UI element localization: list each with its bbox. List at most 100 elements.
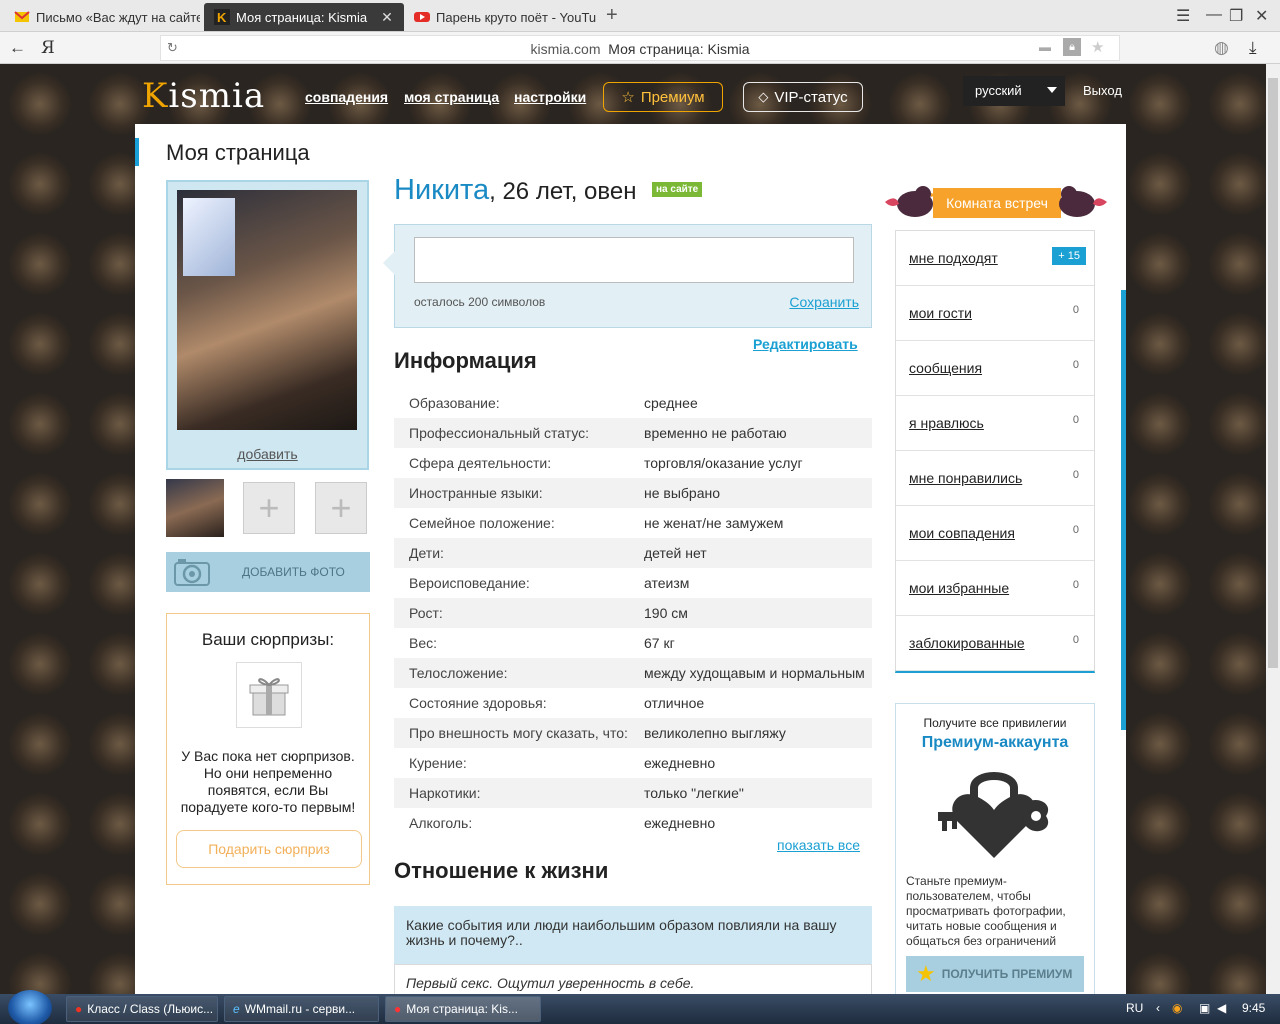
info-key: Алкоголь: xyxy=(409,815,473,831)
new-tab-icon[interactable]: + xyxy=(606,4,618,27)
side-menu-item[interactable]: мне понравились 0 xyxy=(896,451,1094,506)
promo-description: Станьте премиум-пользователем, чтобы про… xyxy=(906,874,1066,948)
info-key: Состояние здоровья: xyxy=(409,695,547,711)
camera-icon xyxy=(172,552,212,592)
minimize-icon[interactable]: — xyxy=(1206,6,1222,24)
info-key: Рост: xyxy=(409,605,443,621)
gift-surprise-button[interactable]: Подарить сюрприз xyxy=(176,830,362,868)
chars-remaining: осталось 200 символов xyxy=(414,295,546,309)
info-value: среднее xyxy=(644,394,698,411)
vip-button[interactable]: ◇ VIP-статус xyxy=(743,82,863,112)
tray-app-icon[interactable]: ◉ xyxy=(1172,1001,1182,1015)
life-title: Отношение к жизни xyxy=(394,858,609,883)
chevron-down-icon xyxy=(1047,87,1057,93)
tab-mail[interactable]: Письмо «Вас ждут на сайте xyxy=(4,3,200,31)
yandex-browser-icon: ● xyxy=(394,1002,402,1016)
url-title: Моя страница: Kismia xyxy=(608,41,750,57)
taskbar-item-opera[interactable]: ● Класс / Class (Льюис... xyxy=(66,996,218,1022)
logout-link[interactable]: Выход xyxy=(1083,83,1122,98)
nav-matches[interactable]: совпадения xyxy=(305,89,388,105)
promo-title: Премиум-аккаунта xyxy=(921,734,1069,751)
bird-icon xyxy=(885,184,937,223)
star-icon: ★ xyxy=(916,961,936,986)
language-select[interactable]: русский xyxy=(963,76,1065,106)
info-row: Алкоголь: ежедневно xyxy=(394,808,872,838)
promo-subtitle: Получите все привилегии xyxy=(923,716,1067,730)
add-photo-button[interactable]: ДОБАВИТЬ ФОТО xyxy=(166,552,370,592)
info-key: Профессиональный статус: xyxy=(409,425,590,441)
window-close-icon[interactable]: ✕ xyxy=(1255,6,1268,26)
photo-thumbnail[interactable] xyxy=(166,479,224,537)
menu-icon[interactable]: ☰ xyxy=(1176,6,1190,26)
premium-button[interactable]: ☆ Премиум xyxy=(603,82,723,112)
side-menu-label: мои гости xyxy=(909,305,972,321)
info-key: Про внешность могу сказать, что: xyxy=(409,725,628,741)
input-language[interactable]: RU xyxy=(1126,1001,1143,1015)
edit-info-link[interactable]: Редактировать xyxy=(753,336,858,352)
info-value: 67 кг xyxy=(644,634,675,651)
side-menu-count: 0 xyxy=(1072,579,1079,591)
kismia-logo[interactable]: Kismia xyxy=(142,76,265,116)
nav-my-page[interactable]: моя страница xyxy=(404,89,499,105)
url-field[interactable]: ↻ kismia.com Моя страница: Kismia ▬ 🔒︎ ★ xyxy=(160,35,1120,61)
bird-icon xyxy=(1055,184,1107,223)
add-thumbnail-slot[interactable]: + xyxy=(315,482,367,534)
side-menu-label: заблокированные xyxy=(909,635,1025,651)
add-photo-link[interactable]: добавить xyxy=(168,446,367,462)
profile-photo[interactable] xyxy=(177,190,357,430)
save-status-link[interactable]: Сохранить xyxy=(789,294,859,310)
page-background: Kismia совпадения моя страница настройки… xyxy=(0,64,1266,994)
side-menu-item[interactable]: мои гости 0 xyxy=(896,286,1094,341)
tray-expand-icon[interactable]: ‹ xyxy=(1156,1001,1160,1015)
plus-icon: + xyxy=(330,487,352,528)
nav-settings[interactable]: настройки xyxy=(514,89,586,105)
tab-kismia[interactable]: K Моя страница: Kismia ✕ xyxy=(204,3,404,31)
youtube-icon xyxy=(414,9,430,25)
meeting-room-banner[interactable]: Комната встреч xyxy=(885,184,1107,224)
side-menu-item[interactable]: заблокированные 0 xyxy=(896,616,1094,671)
scrollbar-thumb[interactable] xyxy=(1268,78,1278,668)
side-menu-item[interactable]: сообщения 0 xyxy=(896,341,1094,396)
side-menu-item[interactable]: я нравлюсь 0 xyxy=(896,396,1094,451)
info-value: 190 см xyxy=(644,604,688,621)
info-value: не выбрано xyxy=(644,484,721,501)
side-menu-count: 0 xyxy=(1072,634,1079,646)
download-icon[interactable]: ⤓ xyxy=(1249,38,1257,58)
start-button[interactable] xyxy=(8,990,52,1024)
taskbar-item-ie[interactable]: e WMmail.ru - серви... xyxy=(224,996,379,1022)
globe-icon[interactable]: ◍ xyxy=(1214,38,1229,58)
star-icon[interactable]: ★ xyxy=(1091,38,1104,56)
side-menu-label: мне подходят xyxy=(909,250,998,266)
clock[interactable]: 9:45 xyxy=(1242,1001,1265,1015)
tab-youtube[interactable]: Парень круто поёт - YouTu xyxy=(404,3,600,31)
side-menu-item[interactable]: мои совпадения 0 xyxy=(896,506,1094,561)
browser-tabbar: Письмо «Вас ждут на сайте K Моя страница… xyxy=(0,0,1280,32)
info-value: между худощавым и нормальным xyxy=(644,664,865,681)
yandex-icon[interactable]: Я xyxy=(41,38,55,58)
info-value: только "легкие" xyxy=(644,784,744,801)
network-icon[interactable]: ▣ xyxy=(1199,1001,1210,1015)
get-premium-button[interactable]: ★ ПОЛУЧИТЬ ПРЕМИУМ xyxy=(906,956,1084,992)
info-row: Иностранные языки: не выбрано xyxy=(394,478,872,508)
close-icon[interactable]: ✕ xyxy=(381,9,393,26)
info-value: отличное xyxy=(644,694,705,711)
main-card: Моя страница добавить + + ДОБАВИТЬ ФОТО … xyxy=(135,124,1126,994)
add-thumbnail-slot[interactable]: + xyxy=(243,482,295,534)
restore-icon[interactable]: ❐ xyxy=(1229,6,1243,26)
info-value: детей нет xyxy=(644,544,707,561)
taskbar-item-yandex[interactable]: ● Моя страница: Kis... xyxy=(385,996,541,1022)
chat-icon[interactable]: ▬ xyxy=(1039,40,1051,54)
page-scrollbar[interactable] xyxy=(1266,64,1280,994)
info-key: Образование: xyxy=(409,395,500,411)
side-menu-item[interactable]: мои избранные 0 xyxy=(896,561,1094,616)
info-value: временно не работаю xyxy=(644,424,787,441)
show-all-link[interactable]: показать все xyxy=(777,837,860,853)
back-arrow-icon[interactable]: ← xyxy=(9,38,26,58)
star-outline-icon: ☆ xyxy=(621,89,635,106)
windows-taskbar: ● Класс / Class (Льюис... e WMmail.ru - … xyxy=(0,990,1280,1024)
side-menu-item[interactable]: мне подходят + 15 xyxy=(896,231,1094,286)
status-input[interactable] xyxy=(414,237,854,283)
volume-icon[interactable]: ◀︎ xyxy=(1217,1001,1226,1015)
lock-icon[interactable]: 🔒︎ xyxy=(1063,38,1081,56)
side-menu-count: 0 xyxy=(1072,304,1079,316)
